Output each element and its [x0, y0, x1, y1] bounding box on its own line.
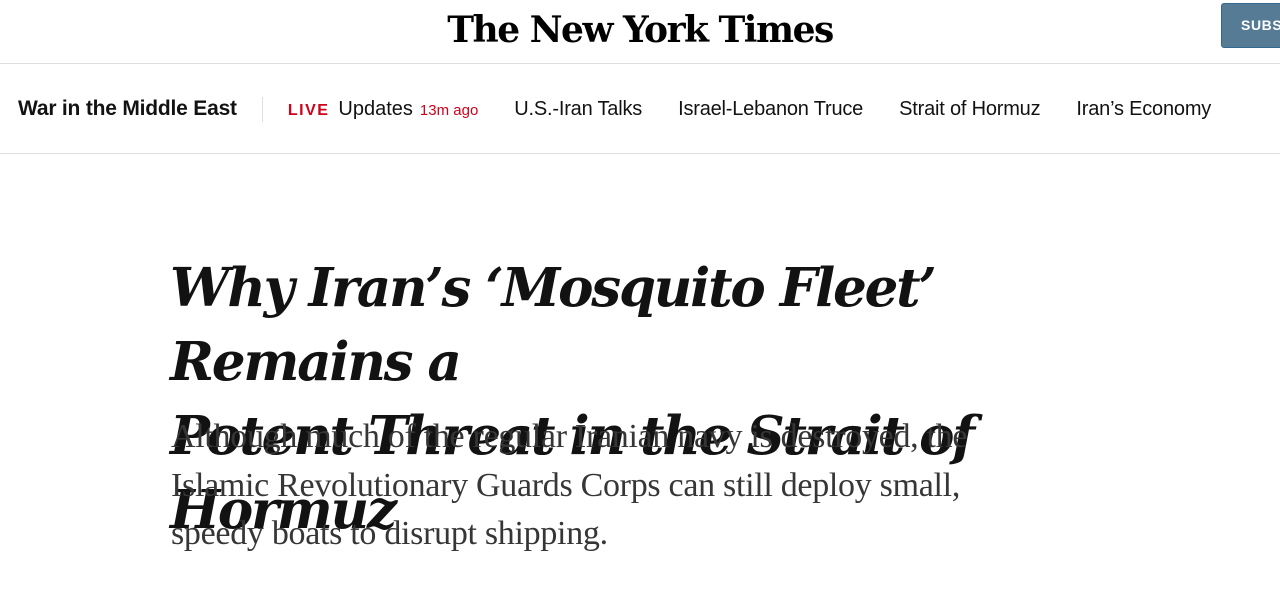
live-label: LIVE: [287, 101, 330, 119]
live-timestamp: 13m ago: [419, 101, 479, 119]
masthead: The New York Times SUBSCRIBE: [0, 0, 1280, 64]
section-nav-row: War in the Middle East LIVE Updates 13m …: [18, 95, 1247, 123]
headline-line: Why Iran’s ‘Mosquito Fleet’ Remains a: [170, 257, 937, 393]
nav-divider: [261, 96, 263, 122]
summary-line: Islamic Revolutionary Guards Corps can s…: [171, 466, 961, 504]
live-updates-text: Updates: [338, 97, 413, 120]
article-summary: Although much of the regular Iranian nav…: [171, 413, 1071, 559]
nav-link-us-iran-talks[interactable]: U.S.-Iran Talks: [514, 98, 642, 121]
nav-link-israel-lebanon-truce[interactable]: Israel-Lebanon Truce: [678, 98, 863, 121]
section-title[interactable]: War in the Middle East: [18, 97, 237, 121]
section-nav: War in the Middle East LIVE Updates 13m …: [0, 64, 1280, 154]
nyt-logo[interactable]: The New York Times: [0, 6, 1280, 54]
summary-line: Although much of the regular Iranian nav…: [171, 418, 968, 455]
subscribe-button[interactable]: SUBSCRIBE: [1221, 3, 1280, 48]
live-updates-link[interactable]: LIVE Updates 13m ago: [288, 98, 478, 121]
nav-link-strait-of-hormuz[interactable]: Strait of Hormuz: [899, 98, 1040, 121]
nav-link-irans-economy[interactable]: Iran’s Economy: [1076, 98, 1211, 121]
summary-line: speedy boats to disrupt shipping.: [171, 515, 608, 552]
